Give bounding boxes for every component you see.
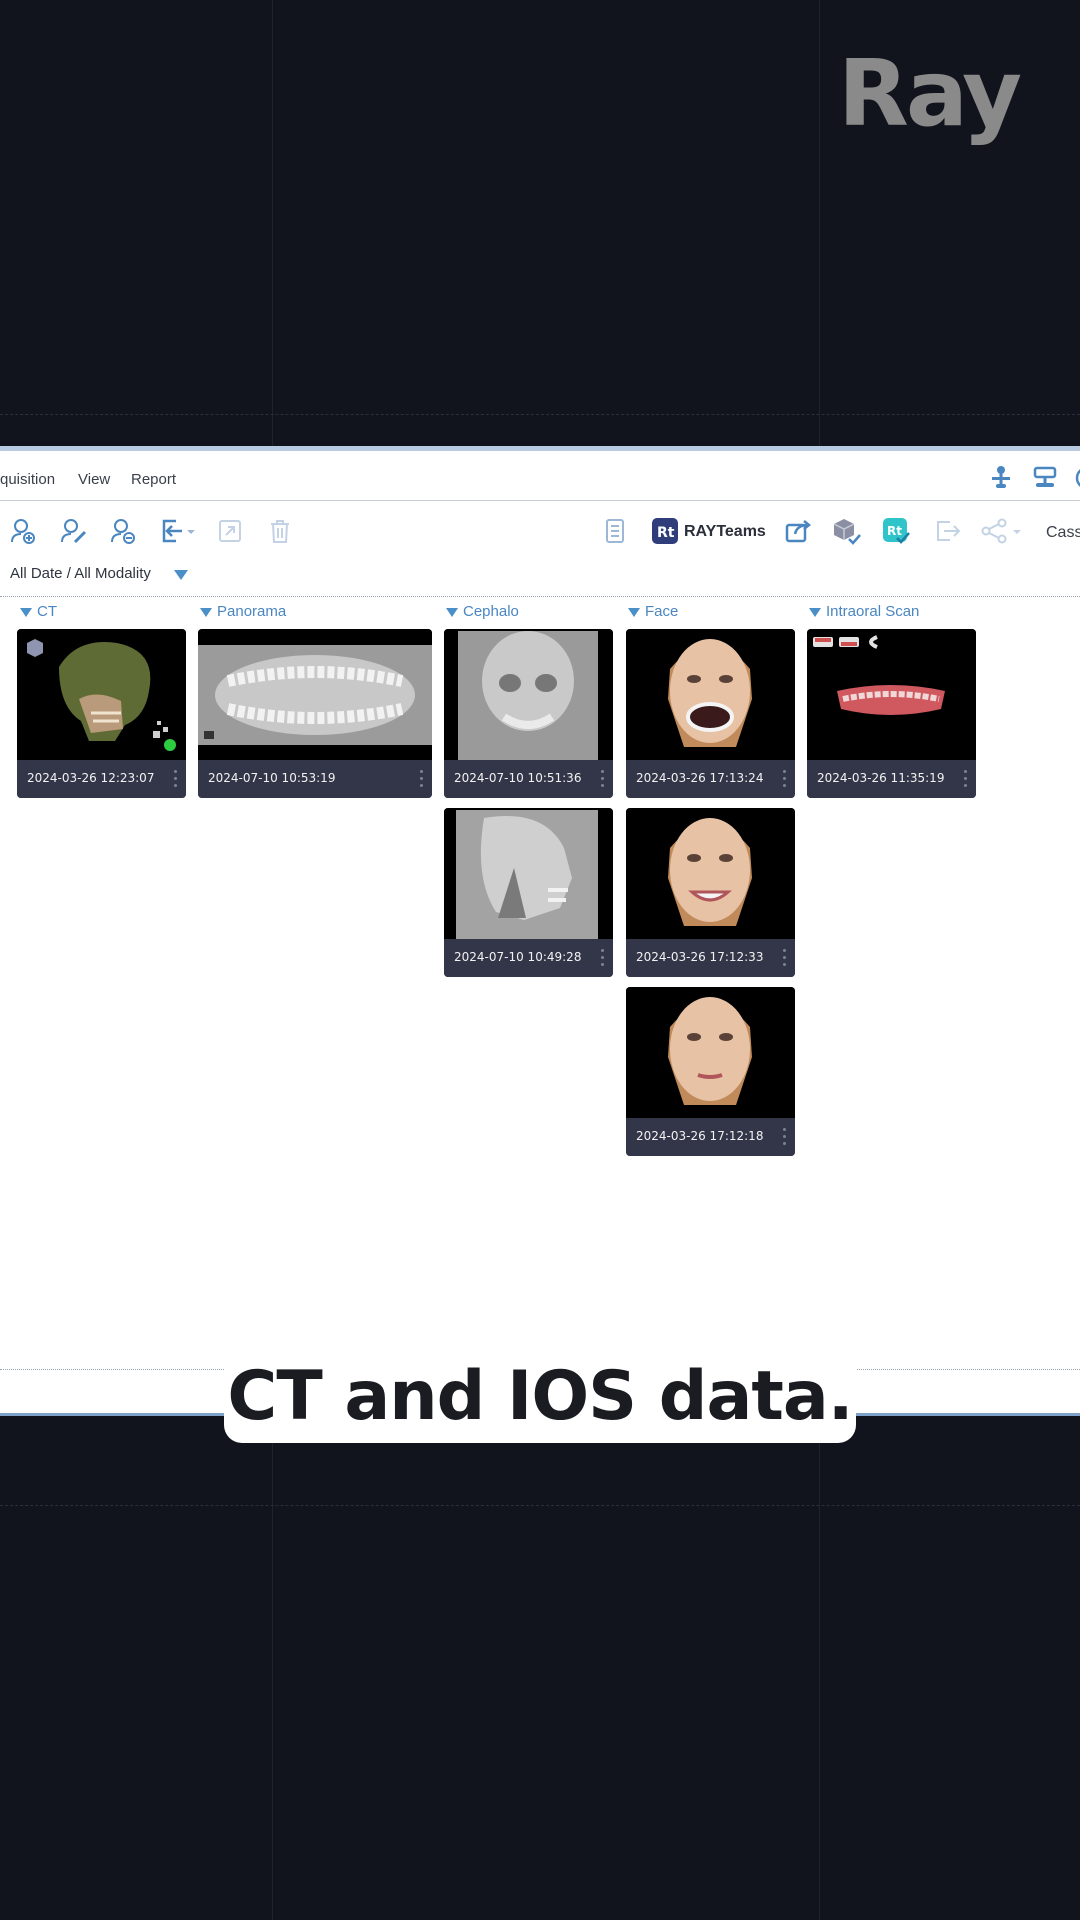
menu-view[interactable]: View: [78, 471, 110, 488]
share-out-icon[interactable]: [782, 515, 814, 547]
toolbar: Rt RAYTeams Rt Cass: [0, 507, 1080, 557]
study-card-face-retractor[interactable]: 2024-03-26 17:13:24: [626, 629, 795, 798]
study-card-ct[interactable]: 2024-03-26 12:23:07: [17, 629, 186, 798]
study-card-face-neutral[interactable]: 2024-03-26 17:12:18: [626, 987, 795, 1156]
card-footer: 2024-03-26 11:35:19: [807, 760, 976, 798]
card-date: 2024-07-10 10:51:36: [454, 771, 582, 785]
card-date: 2024-07-10 10:49:28: [454, 950, 582, 964]
card-date: 2024-03-26 17:12:18: [636, 1129, 764, 1143]
add-patient-icon[interactable]: [8, 515, 40, 547]
column-header-ct[interactable]: CT: [20, 603, 57, 620]
ct-thumbnail: [17, 629, 186, 760]
filter-separator: [0, 596, 1080, 597]
face-thumbnail: [626, 808, 795, 939]
rayteams-label[interactable]: RAYTeams: [684, 523, 766, 541]
app-window: quisition View Report Rt RAYTeams Rt Cas…: [0, 446, 1080, 1416]
collapse-caret-icon: [20, 607, 32, 617]
collapse-caret-icon: [200, 607, 212, 617]
intraoral-scan-thumbnail: [807, 629, 976, 760]
column-title: Cephalo: [463, 603, 519, 620]
card-date: 2024-07-10 10:53:19: [208, 771, 336, 785]
study-card-cephalo-lateral[interactable]: 2024-07-10 10:49:28: [444, 808, 613, 977]
card-menu-icon[interactable]: [964, 770, 967, 788]
svg-text:Rt: Rt: [657, 525, 675, 541]
card-footer: 2024-03-26 12:23:07: [17, 760, 186, 798]
svg-text:Rt: Rt: [887, 524, 902, 538]
subtitle-caption: CT and IOS data.: [224, 1350, 856, 1443]
study-card-panorama[interactable]: 2024-07-10 10:53:19: [198, 629, 432, 798]
collapse-caret-icon: [809, 607, 821, 617]
card-footer: 2024-07-10 10:51:36: [444, 760, 613, 798]
date-modality-filter[interactable]: All Date / All Modality: [10, 565, 151, 582]
card-date: 2024-03-26 12:23:07: [27, 771, 155, 785]
study-card-cephalo-frontal[interactable]: 2024-07-10 10:51:36: [444, 629, 613, 798]
background-dashed-line: [0, 414, 1080, 415]
document-icon[interactable]: [599, 515, 631, 547]
card-menu-icon[interactable]: [601, 770, 604, 788]
study-card-face-smile[interactable]: 2024-03-26 17:12:33: [626, 808, 795, 977]
trash-icon: [271, 520, 289, 543]
chevron-down-icon[interactable]: [184, 515, 198, 547]
background-dashed-line: [0, 1505, 1080, 1506]
column-title: CT: [37, 603, 57, 620]
device-tree-icon[interactable]: [986, 463, 1016, 493]
column-header-intraoral-scan[interactable]: Intraoral Scan: [809, 603, 919, 620]
chevron-down-icon: [1013, 530, 1021, 534]
column-header-face[interactable]: Face: [628, 603, 678, 620]
card-menu-icon[interactable]: [783, 770, 786, 788]
card-footer: 2024-03-26 17:12:33: [626, 939, 795, 977]
menu-bar: quisition View Report: [0, 451, 1080, 501]
face-thumbnail: [626, 987, 795, 1118]
panorama-thumbnail: [198, 629, 432, 760]
ray-logo: Ray: [838, 40, 1022, 147]
face-thumbnail: [626, 629, 795, 760]
card-date: 2024-03-26 17:13:24: [636, 771, 764, 785]
lateral-ceph-thumbnail: [444, 808, 613, 939]
card-menu-icon[interactable]: [601, 949, 604, 967]
share-icon: [981, 518, 1007, 544]
card-footer: 2024-03-26 17:13:24: [626, 760, 795, 798]
column-header-panorama[interactable]: Panorama: [200, 603, 286, 620]
edit-patient-icon[interactable]: [58, 515, 90, 547]
column-title: Intraoral Scan: [826, 603, 920, 620]
status-circle-icon[interactable]: [1072, 463, 1080, 493]
study-card-intraoral-scan[interactable]: 2024-03-26 11:35:19: [807, 629, 976, 798]
card-menu-icon[interactable]: [783, 949, 786, 967]
cass-label[interactable]: Cass: [1046, 524, 1080, 542]
exit-icon: [937, 521, 961, 541]
filter-dropdown-icon[interactable]: [174, 570, 188, 580]
collapse-caret-icon: [446, 607, 458, 617]
network-device-icon[interactable]: [1030, 463, 1060, 493]
card-menu-icon[interactable]: [420, 770, 423, 788]
frontal-ceph-thumbnail: [444, 629, 613, 760]
card-menu-icon[interactable]: [174, 770, 177, 788]
column-title: Panorama: [217, 603, 287, 620]
column-title: Face: [645, 603, 679, 620]
column-header-cephalo[interactable]: Cephalo: [446, 603, 519, 620]
export-icon: [219, 520, 241, 542]
card-date: 2024-03-26 17:12:33: [636, 950, 764, 964]
remove-patient-icon[interactable]: [108, 515, 140, 547]
card-footer: 2024-07-10 10:53:19: [198, 760, 432, 798]
rayteams-logo-icon[interactable]: Rt: [649, 515, 681, 547]
card-date: 2024-03-26 11:35:19: [817, 771, 945, 785]
cube-check-icon[interactable]: [830, 515, 862, 547]
rayteams-check-icon[interactable]: Rt: [880, 515, 912, 547]
collapse-caret-icon: [628, 607, 640, 617]
card-menu-icon[interactable]: [783, 1128, 786, 1146]
menu-acquisition[interactable]: quisition: [0, 471, 55, 488]
card-footer: 2024-07-10 10:49:28: [444, 939, 613, 977]
card-footer: 2024-03-26 17:12:18: [626, 1118, 795, 1156]
menu-report[interactable]: Report: [131, 471, 176, 488]
